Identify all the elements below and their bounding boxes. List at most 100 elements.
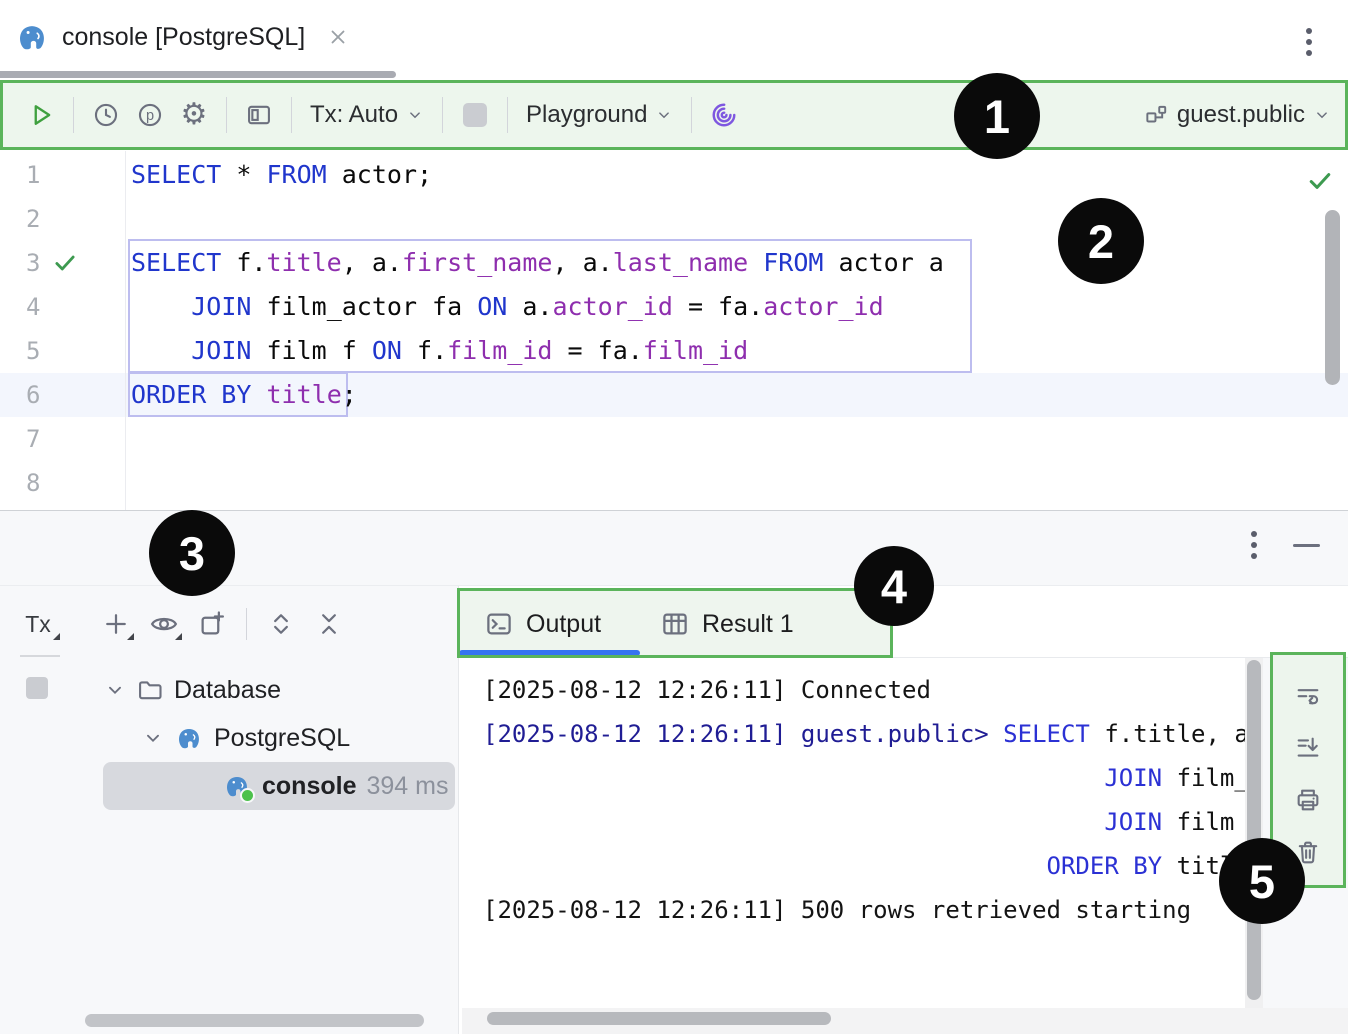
tree-item-console[interactable]: console 394 ms [222, 762, 448, 810]
output-horizontal-scrollbar[interactable] [487, 1012, 831, 1025]
annotation-badge-1: 1 [954, 73, 1040, 159]
code-line: JOIN film f ON f.film_id = fa.film_id [131, 329, 1271, 373]
sql-editor[interactable]: 12345678 SELECT * FROM actor;SELECT f.ti… [0, 151, 1348, 510]
output-line: ORDER BY title; [483, 844, 1245, 888]
editor-gutter: 12345678 [0, 153, 125, 505]
tx-tab-underline [20, 655, 60, 657]
active-tab-underline [459, 650, 640, 656]
tree-label: console [262, 772, 356, 801]
annotation-badge-3: 3 [149, 510, 235, 596]
output-vertical-scrollbar[interactable] [1247, 660, 1261, 1000]
settings-gear-icon[interactable]: ⚙ [172, 93, 216, 137]
annotation-badge-2: 2 [1058, 198, 1144, 284]
print-icon[interactable] [1294, 786, 1322, 814]
toolbar-separator [691, 97, 692, 133]
tx-dropdown[interactable]: Tx [10, 602, 66, 646]
soft-wrap-icon[interactable] [1294, 682, 1322, 710]
code-line [131, 417, 1271, 461]
add-icon[interactable] [92, 602, 140, 646]
toolbar-separator [226, 97, 227, 133]
annotation-badge-4: 4 [854, 546, 934, 626]
active-tab-indicator [0, 71, 396, 78]
history-icon[interactable] [84, 93, 128, 137]
toolbar-separator [507, 97, 508, 133]
gutter-line-number: 1 [0, 153, 125, 197]
collapse-all-icon[interactable] [305, 602, 353, 646]
in-editor-results-icon[interactable] [237, 93, 281, 137]
table-grid-icon [660, 609, 690, 639]
output-line: JOIN film_actor fa [483, 756, 1245, 800]
ai-swirl-icon[interactable] [702, 93, 746, 137]
parameters-icon[interactable]: p [128, 93, 172, 137]
tab-label: Result 1 [702, 610, 794, 639]
folder-icon [136, 676, 164, 704]
gutter-line-number: 7 [0, 417, 125, 461]
kebab-menu-icon[interactable] [1306, 28, 1312, 34]
tx-mode-label: Tx: Auto [310, 101, 398, 129]
code-line [131, 461, 1271, 505]
output-line: [2025-08-12 12:26:11] Connected [483, 668, 1245, 712]
toolbar-separator [246, 608, 247, 640]
editor-tab-bar: console [PostgreSQL] [0, 0, 1348, 71]
chevron-down-icon[interactable] [104, 679, 126, 701]
tree-stop-icon[interactable] [26, 677, 48, 699]
tree-label: PostgreSQL [214, 724, 350, 753]
session-dropdown[interactable]: Playground [518, 101, 681, 129]
services-tree-panel [0, 586, 458, 1034]
postgresql-elephant-icon [14, 19, 50, 55]
code-line: SELECT * FROM actor; [131, 153, 1271, 197]
scroll-to-end-icon[interactable] [1294, 734, 1322, 762]
statement-executed-check-icon [1306, 167, 1334, 195]
toolbar-separator [442, 97, 443, 133]
tab-console-postgresql[interactable]: console [PostgreSQL] [14, 14, 349, 60]
stop-icon[interactable] [453, 93, 497, 137]
query-duration: 394 ms [366, 772, 448, 801]
annotation-badge-5: 5 [1219, 838, 1305, 924]
output-line: [2025-08-12 12:26:11] 500 rows retrieved… [483, 888, 1245, 932]
tab-result-1[interactable]: Result 1 [660, 600, 794, 648]
postgresql-elephant-icon [222, 771, 252, 801]
toolbar-separator [291, 97, 292, 133]
tx-mode-dropdown[interactable]: Tx: Auto [302, 101, 432, 129]
minimize-icon[interactable] [1293, 544, 1320, 547]
services-toolbar: Tx [10, 600, 353, 648]
chevron-down-icon[interactable] [142, 727, 164, 749]
open-in-new-tab-icon[interactable] [188, 602, 236, 646]
connected-status-dot [240, 788, 255, 803]
expand-all-icon[interactable] [257, 602, 305, 646]
editor-vertical-scrollbar[interactable] [1325, 210, 1340, 385]
toolbar-separator [73, 97, 74, 133]
run-icon[interactable] [19, 93, 63, 137]
tab-label: Output [526, 610, 601, 639]
chevron-down-icon [655, 106, 673, 124]
tree-horizontal-scrollbar[interactable] [85, 1014, 424, 1027]
postgresql-elephant-icon [174, 723, 204, 753]
schema-switcher[interactable]: guest.public [1143, 101, 1331, 129]
output-line: JOIN film f ON f.film_id [483, 800, 1245, 844]
code-line: JOIN film_actor fa ON a.actor_id = fa.ac… [131, 285, 1271, 329]
close-icon[interactable] [327, 26, 349, 48]
schema-label: guest.public [1177, 101, 1305, 129]
output-console[interactable]: [2025-08-12 12:26:11] Connected [2025-08-… [462, 658, 1245, 1008]
tree-item-database[interactable]: Database [104, 666, 281, 714]
ide-window: console [PostgreSQL] p [0, 0, 1348, 1034]
chevron-down-icon [406, 106, 424, 124]
gutter-line-number: 3 [0, 241, 125, 285]
session-label: Playground [526, 101, 647, 129]
gutter-line-number: 8 [0, 461, 125, 505]
services-options-kebab-icon[interactable] [1251, 531, 1257, 537]
tab-output[interactable]: Output [484, 600, 601, 648]
terminal-icon [484, 609, 514, 639]
executed-check-icon [52, 250, 78, 276]
eye-icon[interactable] [140, 602, 188, 646]
tree-item-postgresql[interactable]: PostgreSQL [142, 714, 350, 762]
gutter-line-number: 5 [0, 329, 125, 373]
code-line: ORDER BY title; [131, 373, 1271, 417]
schema-icon [1143, 102, 1169, 128]
gutter-line-number: 2 [0, 197, 125, 241]
tab-title: console [PostgreSQL] [62, 23, 305, 52]
gutter-divider [125, 151, 126, 510]
gutter-line-number: 6 [0, 373, 125, 417]
chevron-down-icon [1313, 106, 1331, 124]
gutter-line-number: 4 [0, 285, 125, 329]
